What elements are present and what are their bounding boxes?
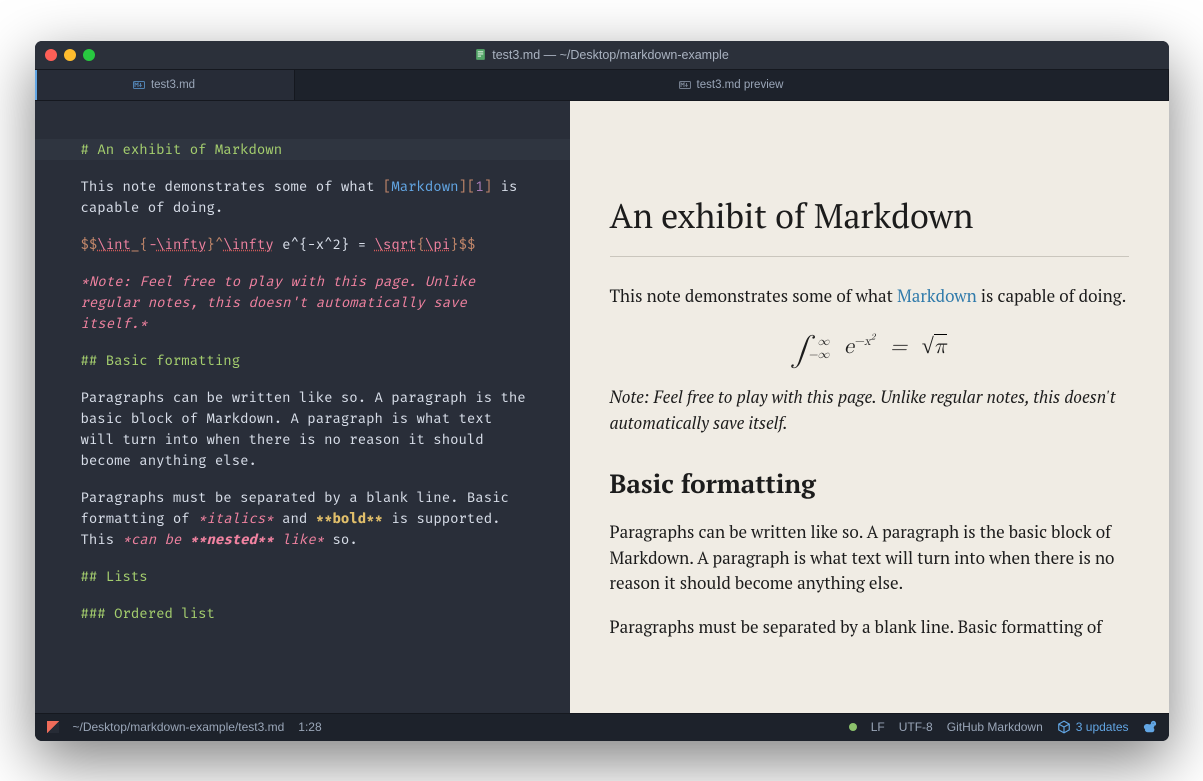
editor-line-math: $$\int_{-\infty}^\infty e^{-x^2} = \sqrt… (81, 234, 534, 255)
preview-divider (610, 256, 1129, 257)
window-title: test3.md — ~/Desktop/markdown-example (35, 48, 1169, 62)
file-icon (474, 48, 487, 61)
status-bar: ~/Desktop/markdown-example/test3.md 1:28… (35, 713, 1169, 741)
status-updates[interactable]: 3 updates (1057, 720, 1129, 734)
editor-line-h2a: ## Basic formatting (81, 350, 534, 371)
markdown-icon (679, 79, 691, 91)
editor-line-note: *Note: Feel free to play with this page.… (81, 271, 534, 334)
status-squirrel-icon[interactable] (1143, 720, 1157, 734)
close-window-button[interactable] (45, 49, 57, 61)
titlebar: test3.md — ~/Desktop/markdown-example (35, 41, 1169, 69)
preview-h2: Basic formatting (610, 467, 1129, 501)
editor-line-h1: # An exhibit of Markdown (35, 139, 570, 160)
tab-bar: test3.md test3.md preview (35, 69, 1169, 101)
tab-preview[interactable]: test3.md preview (295, 70, 1169, 100)
minimize-window-button[interactable] (64, 49, 76, 61)
preview-note: Note: Feel free to play with this page. … (610, 384, 1129, 435)
squirrel-icon (1143, 720, 1157, 734)
status-line-ending[interactable]: LF (871, 720, 885, 734)
preview-h1: An exhibit of Markdown (610, 193, 1129, 238)
tab-source-label: test3.md (151, 79, 195, 91)
status-git-indicator[interactable] (849, 723, 857, 731)
status-encoding[interactable]: UTF-8 (899, 720, 933, 734)
markdown-preview[interactable]: An exhibit of Markdown This note demonst… (570, 101, 1169, 713)
preview-markdown-link[interactable]: Markdown (897, 284, 977, 307)
status-cursor-position[interactable]: 1:28 (298, 720, 321, 734)
preview-math: ∫−∞∞ e−x2 = √π (610, 326, 1129, 362)
package-icon (1057, 720, 1071, 734)
markdown-icon (133, 79, 145, 91)
editor-line-p2: Paragraphs can be written like so. A par… (81, 387, 534, 471)
main-split: # An exhibit of Markdown This note demon… (35, 101, 1169, 713)
zoom-window-button[interactable] (83, 49, 95, 61)
tab-preview-label: test3.md preview (697, 79, 784, 91)
traffic-lights (45, 49, 95, 61)
status-grammar[interactable]: GitHub Markdown (947, 720, 1043, 734)
preview-p3: Paragraphs must be separated by a blank … (610, 614, 1129, 640)
editor-line-h2b: ## Lists (81, 566, 534, 587)
editor-line-p3: Paragraphs must be separated by a blank … (81, 487, 534, 550)
editor-window: test3.md — ~/Desktop/markdown-example te… (35, 41, 1169, 741)
tab-source[interactable]: test3.md (35, 70, 295, 100)
editor-line-p1: This note demonstrates some of what [Mar… (81, 176, 534, 218)
source-editor[interactable]: # An exhibit of Markdown This note demon… (35, 101, 570, 713)
status-file-path[interactable]: ~/Desktop/markdown-example/test3.md (73, 720, 285, 734)
preview-p2: Paragraphs can be written like so. A par… (610, 519, 1129, 596)
preview-p1: This note demonstrates some of what Mark… (610, 283, 1129, 309)
editor-line-h3: ### Ordered list (81, 603, 534, 624)
status-deprecated-icon[interactable] (47, 721, 59, 733)
